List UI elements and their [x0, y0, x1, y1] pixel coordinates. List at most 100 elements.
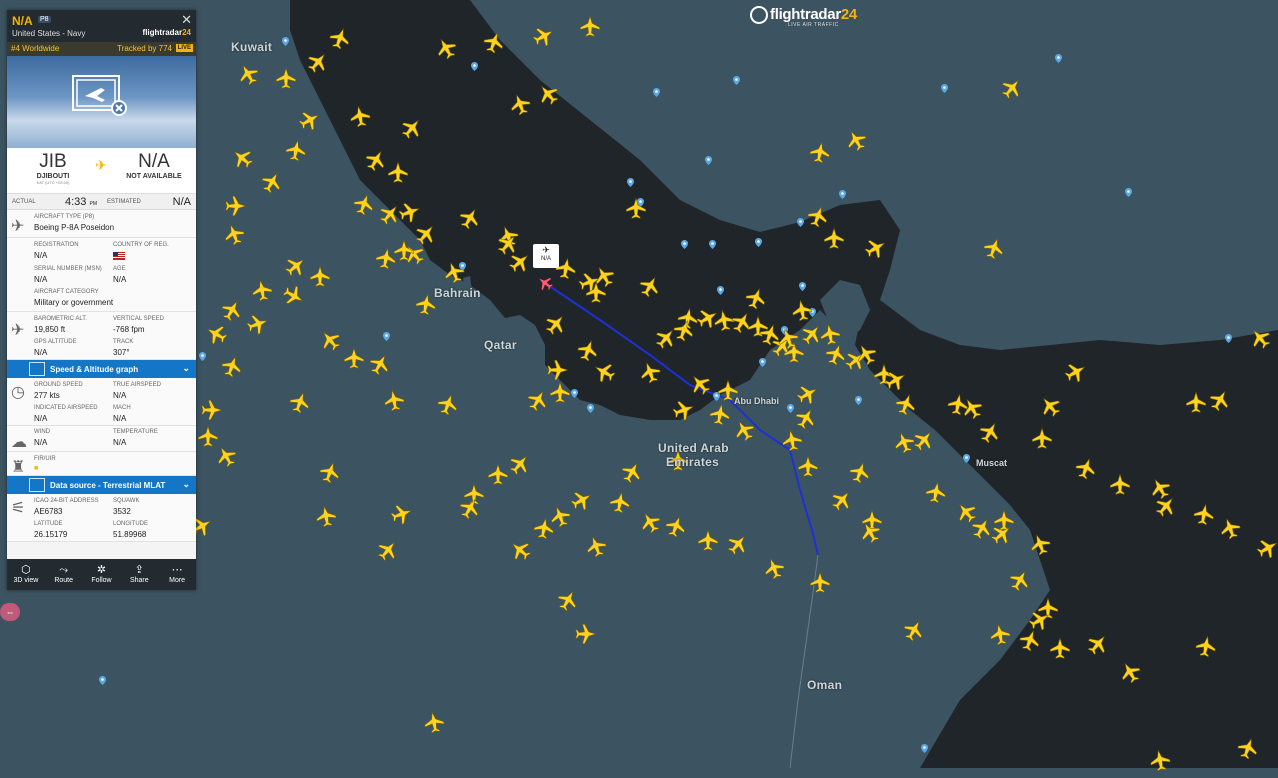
wind-label: WIND — [34, 429, 50, 435]
origin-city: DJIBOUTI — [36, 173, 70, 180]
airport-pin-icon[interactable] — [1225, 334, 1232, 343]
aircraft-icon[interactable] — [421, 709, 446, 734]
airport-pin-icon[interactable] — [787, 404, 794, 413]
3d-view-button[interactable]: ⬡ 3D view — [7, 559, 45, 590]
airport-pin-icon[interactable] — [587, 404, 594, 413]
selected-flight-label[interactable]: ✈ N/A — [533, 244, 559, 268]
aircraft-icon[interactable] — [249, 277, 274, 302]
aircraft-icon[interactable] — [549, 381, 571, 403]
transponder-icon: ⚟ — [11, 500, 26, 517]
follow-button[interactable]: ✲ Follow — [83, 559, 121, 590]
route-button[interactable]: ⤳ Route — [45, 559, 83, 590]
airport-pin-icon[interactable] — [99, 676, 106, 685]
aircraft-icon[interactable] — [1191, 501, 1216, 526]
airport-pin-icon[interactable] — [799, 282, 806, 291]
aircraft-icon[interactable] — [697, 529, 719, 551]
aircraft-icon[interactable] — [579, 15, 601, 37]
aircraft-icon[interactable] — [393, 239, 415, 261]
aircraft-icon[interactable] — [625, 197, 647, 219]
aircraft-icon[interactable] — [1109, 473, 1131, 495]
antenna-icon — [29, 478, 45, 492]
aircraft-icon[interactable] — [547, 359, 569, 381]
airport-pin-icon[interactable] — [717, 286, 724, 295]
aircraft-icon[interactable] — [779, 427, 804, 452]
airport-pin-icon[interactable] — [759, 358, 766, 367]
speed-altitude-graph-toggle[interactable]: Speed & Altitude graph ⌄ — [7, 360, 196, 378]
aircraft-icon[interactable] — [707, 401, 732, 426]
track-label: TRACK — [113, 339, 134, 345]
airport-pin-icon[interactable] — [199, 352, 206, 361]
aircraft-icon[interactable] — [487, 463, 509, 485]
aircraft-type-row: ✈ AIRCRAFT TYPE (P8) Boeing P-8A Poseido… — [7, 210, 196, 238]
airport-pin-icon[interactable] — [839, 190, 846, 199]
airport-pin-icon[interactable] — [963, 454, 970, 463]
aircraft-icon[interactable] — [797, 455, 819, 477]
airport-pin-icon[interactable] — [709, 240, 716, 249]
airport-pin-icon[interactable] — [383, 332, 390, 341]
latitude-label: LATITUDE — [34, 521, 63, 527]
aircraft-icon[interactable] — [225, 195, 247, 217]
airport-pin-icon[interactable] — [1055, 54, 1062, 63]
aircraft-icon[interactable] — [1147, 747, 1172, 772]
share-button[interactable]: ⇪ Share — [120, 559, 158, 590]
track-value: 307° — [113, 348, 130, 357]
aircraft-icon[interactable] — [585, 281, 607, 303]
aircraft-icon[interactable] — [275, 67, 297, 89]
airplane-icon: ✈ — [89, 153, 113, 177]
aircraft-icon[interactable] — [1049, 637, 1071, 659]
wind-icon: ☁ — [11, 434, 27, 451]
map-label-kuwait: Kuwait — [231, 40, 273, 54]
airport-pin-icon[interactable] — [855, 396, 862, 405]
flight-info-panel: N/A P8 United States - Navy ✕ flightrada… — [7, 10, 196, 590]
aircraft-icon[interactable] — [283, 137, 308, 162]
aircraft-icon[interactable] — [381, 387, 406, 412]
airport-pin-icon[interactable] — [471, 62, 478, 71]
airport-pin-icon[interactable] — [1125, 188, 1132, 197]
airport-pin-icon[interactable] — [282, 37, 289, 46]
serial-label: SERIAL NUMBER (MSN) — [34, 266, 102, 272]
aircraft-icon[interactable] — [987, 621, 1012, 646]
panel-toggle-button[interactable]: ⇔ — [0, 603, 20, 621]
aircraft-photo[interactable] — [7, 56, 196, 148]
aircraft-icon[interactable] — [1031, 427, 1053, 449]
aircraft-icon[interactable] — [309, 265, 331, 287]
selected-flight-callsign: N/A — [540, 256, 551, 262]
airport-pin-icon[interactable] — [941, 84, 948, 93]
airport-pin-icon[interactable] — [733, 76, 740, 85]
airport-pin-icon[interactable] — [921, 744, 928, 753]
aircraft-icon[interactable] — [201, 399, 223, 421]
aircraft-icon[interactable] — [347, 103, 372, 128]
airport-pin-icon[interactable] — [653, 88, 660, 97]
aircraft-icon[interactable] — [387, 161, 409, 183]
airport-pin-icon[interactable] — [571, 389, 578, 398]
indicated-airspeed-label: INDICATED AIRSPEED — [34, 405, 98, 411]
data-source-toggle[interactable]: Data source - Terrestrial MLAT ⌄ — [7, 476, 196, 494]
aircraft-icon[interactable] — [313, 503, 338, 528]
aircraft-icon[interactable] — [823, 227, 845, 249]
aircraft-icon[interactable] — [807, 139, 832, 164]
aircraft-icon[interactable] — [575, 623, 597, 645]
airport-pin-icon[interactable] — [681, 240, 688, 249]
vert-speed-label: VERTICAL SPEED — [113, 316, 165, 322]
aircraft-icon[interactable] — [1185, 391, 1207, 413]
airport-pin-icon[interactable] — [755, 238, 762, 247]
aircraft-icon[interactable] — [809, 571, 831, 593]
close-icon[interactable]: ✕ — [181, 12, 192, 28]
flightradar-brand[interactable]: flightradar24 LIVE AIR TRAFFIC — [750, 4, 857, 28]
gps-alt-value: N/A — [34, 348, 48, 357]
aircraft-icon[interactable] — [1193, 633, 1218, 658]
map-label-muscat: Muscat — [976, 458, 1008, 468]
fir-label: FIR/UIR — [34, 456, 56, 462]
aircraft-icon[interactable] — [923, 479, 948, 504]
more-label: More — [169, 577, 186, 584]
live-badge: LIVE — [175, 44, 193, 52]
aircraft-icon[interactable] — [197, 425, 219, 447]
aircraft-icon[interactable] — [343, 347, 365, 369]
more-button[interactable]: ⋯ More — [158, 559, 196, 590]
airport-pin-icon[interactable] — [705, 156, 712, 165]
transponder-block: ⚟ ICAO 24-BIT ADDRESS AE6783 SQUAWK 3532… — [7, 494, 196, 542]
map-label-qatar: Qatar — [484, 338, 517, 352]
origin[interactable]: JIB DJIBOUTI EAT (UTC +03:00) — [19, 151, 87, 185]
aircraft-icon[interactable] — [607, 489, 632, 514]
airport-pin-icon[interactable] — [627, 178, 634, 187]
